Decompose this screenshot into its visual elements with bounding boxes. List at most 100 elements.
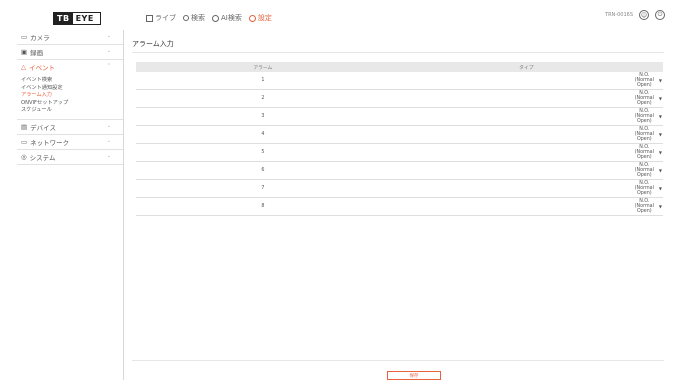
sidebar-item-event-label: イベント: [29, 64, 55, 72]
nav-settings[interactable]: 設定: [248, 13, 272, 23]
table-header-row: アラーム タイプ: [136, 62, 663, 72]
chevron-down-icon: ⌄: [106, 33, 111, 39]
user-icon[interactable]: ☺: [639, 10, 649, 20]
table-row: 6 N.O. (Normal Open) ▼: [136, 162, 663, 180]
table-row: 7 N.O. (Normal Open) ▼: [136, 180, 663, 198]
alarm-type-value: N.O. (Normal Open): [634, 145, 654, 160]
save-button[interactable]: 保存: [387, 371, 441, 380]
chevron-up-icon: ⌃: [106, 63, 111, 69]
alarm-type-select[interactable]: N.O. (Normal Open) ▼: [635, 127, 662, 142]
alarm-type-cell: N.O. (Normal Open) ▼: [390, 126, 663, 144]
chevron-down-icon: ▼: [658, 96, 662, 101]
nav-search[interactable]: 検索: [183, 13, 205, 23]
table-row: 2 N.O. (Normal Open) ▼: [136, 90, 663, 108]
search-icon: [183, 15, 189, 21]
sidebar-subitem-schedule[interactable]: スケジュール: [17, 107, 123, 115]
alarm-number: 3: [261, 114, 265, 119]
sidebar-item-event[interactable]: △ イベント ⌃: [17, 60, 123, 74]
top-nav: ライブ 検索 AI検索 設定: [146, 13, 272, 23]
sidebar-item-system[interactable]: ◎ システム ⌄: [17, 150, 123, 165]
chevron-down-icon: ⌄: [106, 152, 111, 159]
system-icon: ◎: [21, 152, 27, 161]
alarm-type-cell: N.O. (Normal Open) ▼: [390, 108, 663, 126]
record-icon: ▣: [21, 48, 28, 56]
sidebar-subitem-event-search[interactable]: イベント検索: [17, 77, 123, 85]
alarm-type-value: N.O. (Normal Open): [634, 163, 654, 178]
sidebar: ▭ カメラ ⌄ ▣ 録画 ⌄ △ イベント ⌃ イベント検索 イベント通知設定 …: [17, 30, 124, 380]
column-header-type: タイプ: [519, 65, 534, 71]
chevron-down-icon: ▼: [658, 168, 662, 173]
nav-live-label: ライブ: [155, 14, 176, 22]
sidebar-subitem-onvif-setup[interactable]: ONVIFセットアップ: [17, 100, 123, 108]
table-row: 4 N.O. (Normal Open) ▼: [136, 126, 663, 144]
alarm-type-select[interactable]: N.O. (Normal Open) ▼: [635, 145, 662, 160]
sidebar-item-device[interactable]: ▤ デバイス ⌄: [17, 120, 123, 135]
alarm-type-value: N.O. (Normal Open): [634, 91, 654, 106]
sidebar-subitem-event-notify[interactable]: イベント通知設定: [17, 85, 123, 93]
alarm-type-value: N.O. (Normal Open): [634, 199, 654, 214]
alarm-type-select[interactable]: N.O. (Normal Open) ▼: [635, 91, 662, 106]
device-name: TRN-0016S: [605, 12, 633, 18]
chevron-down-icon: ⌄: [106, 122, 111, 129]
table-row: 8 N.O. (Normal Open) ▼: [136, 198, 663, 216]
nav-ai-search[interactable]: AI検索: [212, 13, 242, 23]
bottom-divider: [132, 360, 664, 361]
alarm-number: 8: [261, 204, 265, 209]
alarm-type-select[interactable]: N.O. (Normal Open) ▼: [635, 109, 662, 124]
brand-logo-part1: TB: [54, 13, 73, 24]
alarm-type-value: N.O. (Normal Open): [634, 73, 654, 88]
sidebar-subitem-alarm-input[interactable]: アラーム入力: [17, 92, 123, 100]
alarm-number: 4: [261, 132, 265, 137]
page-title: アラーム入力: [132, 40, 174, 48]
power-icon[interactable]: ⏻: [655, 10, 665, 20]
sidebar-item-camera[interactable]: ▭ カメラ ⌄: [17, 30, 123, 45]
nav-settings-label: 設定: [257, 14, 272, 22]
alarm-type-select[interactable]: N.O. (Normal Open) ▼: [635, 199, 662, 214]
ai-search-icon: [212, 14, 219, 22]
nav-search-label: 検索: [191, 14, 205, 22]
title-divider: [132, 52, 664, 53]
brand-logo: TB EYE: [53, 12, 101, 25]
table-row: 3 N.O. (Normal Open) ▼: [136, 108, 663, 126]
alarm-type-cell: N.O. (Normal Open) ▼: [390, 72, 663, 90]
nav-ai-search-label: AI検索: [221, 14, 242, 22]
alarm-type-cell: N.O. (Normal Open) ▼: [390, 180, 663, 198]
chevron-down-icon: ▼: [658, 78, 662, 83]
sidebar-item-camera-label: カメラ: [30, 34, 50, 42]
sidebar-item-record-label: 録画: [30, 49, 44, 57]
chevron-down-icon: ▼: [658, 186, 662, 191]
top-right: TRN-0016S ☺ ⏻: [605, 10, 665, 20]
alarm-input-table: アラーム タイプ 1 N.O. (Normal Open) ▼ 2 N.O. (Norm…: [136, 62, 663, 216]
chevron-down-icon: ▼: [658, 132, 662, 137]
alarm-type-value: N.O. (Normal Open): [634, 181, 654, 196]
alarm-type-select[interactable]: N.O. (Normal Open) ▼: [635, 181, 662, 196]
alarm-type-value: N.O. (Normal Open): [634, 127, 654, 142]
gear-icon: [248, 14, 256, 22]
alarm-type-cell: N.O. (Normal Open) ▼: [390, 162, 663, 180]
alarm-type-select[interactable]: N.O. (Normal Open) ▼: [635, 163, 662, 178]
alarm-number: 7: [261, 186, 265, 191]
device-icon: ▤: [21, 122, 28, 131]
alarm-number: 2: [261, 96, 265, 101]
network-icon: ▭: [21, 137, 28, 146]
alarm-type-value: N.O. (Normal Open): [634, 109, 654, 124]
sidebar-item-network-label: ネットワーク: [30, 138, 70, 147]
alarm-type-cell: N.O. (Normal Open) ▼: [390, 90, 663, 108]
sidebar-item-network[interactable]: ▭ ネットワーク ⌄: [17, 135, 123, 150]
table-row: 1 N.O. (Normal Open) ▼: [136, 72, 663, 90]
alarm-number: 6: [261, 168, 265, 173]
chevron-down-icon: ▼: [658, 150, 662, 155]
alarm-number: 1: [261, 78, 265, 83]
event-submenu: イベント検索 イベント通知設定 アラーム入力 ONVIFセットアップ スケジュー…: [17, 74, 123, 120]
column-header-alarm: アラーム: [253, 65, 273, 71]
monitor-icon: [146, 14, 153, 22]
alarm-number: 5: [261, 150, 265, 155]
nav-live[interactable]: ライブ: [146, 13, 176, 23]
camera-icon: ▭: [21, 33, 28, 41]
chevron-down-icon: ▼: [658, 204, 662, 209]
sidebar-item-record[interactable]: ▣ 録画 ⌄: [17, 45, 123, 60]
chevron-down-icon: ▼: [658, 114, 662, 119]
alarm-type-select[interactable]: N.O. (Normal Open) ▼: [635, 73, 662, 88]
brand-logo-part2: EYE: [75, 14, 94, 23]
event-icon: △: [21, 63, 26, 71]
